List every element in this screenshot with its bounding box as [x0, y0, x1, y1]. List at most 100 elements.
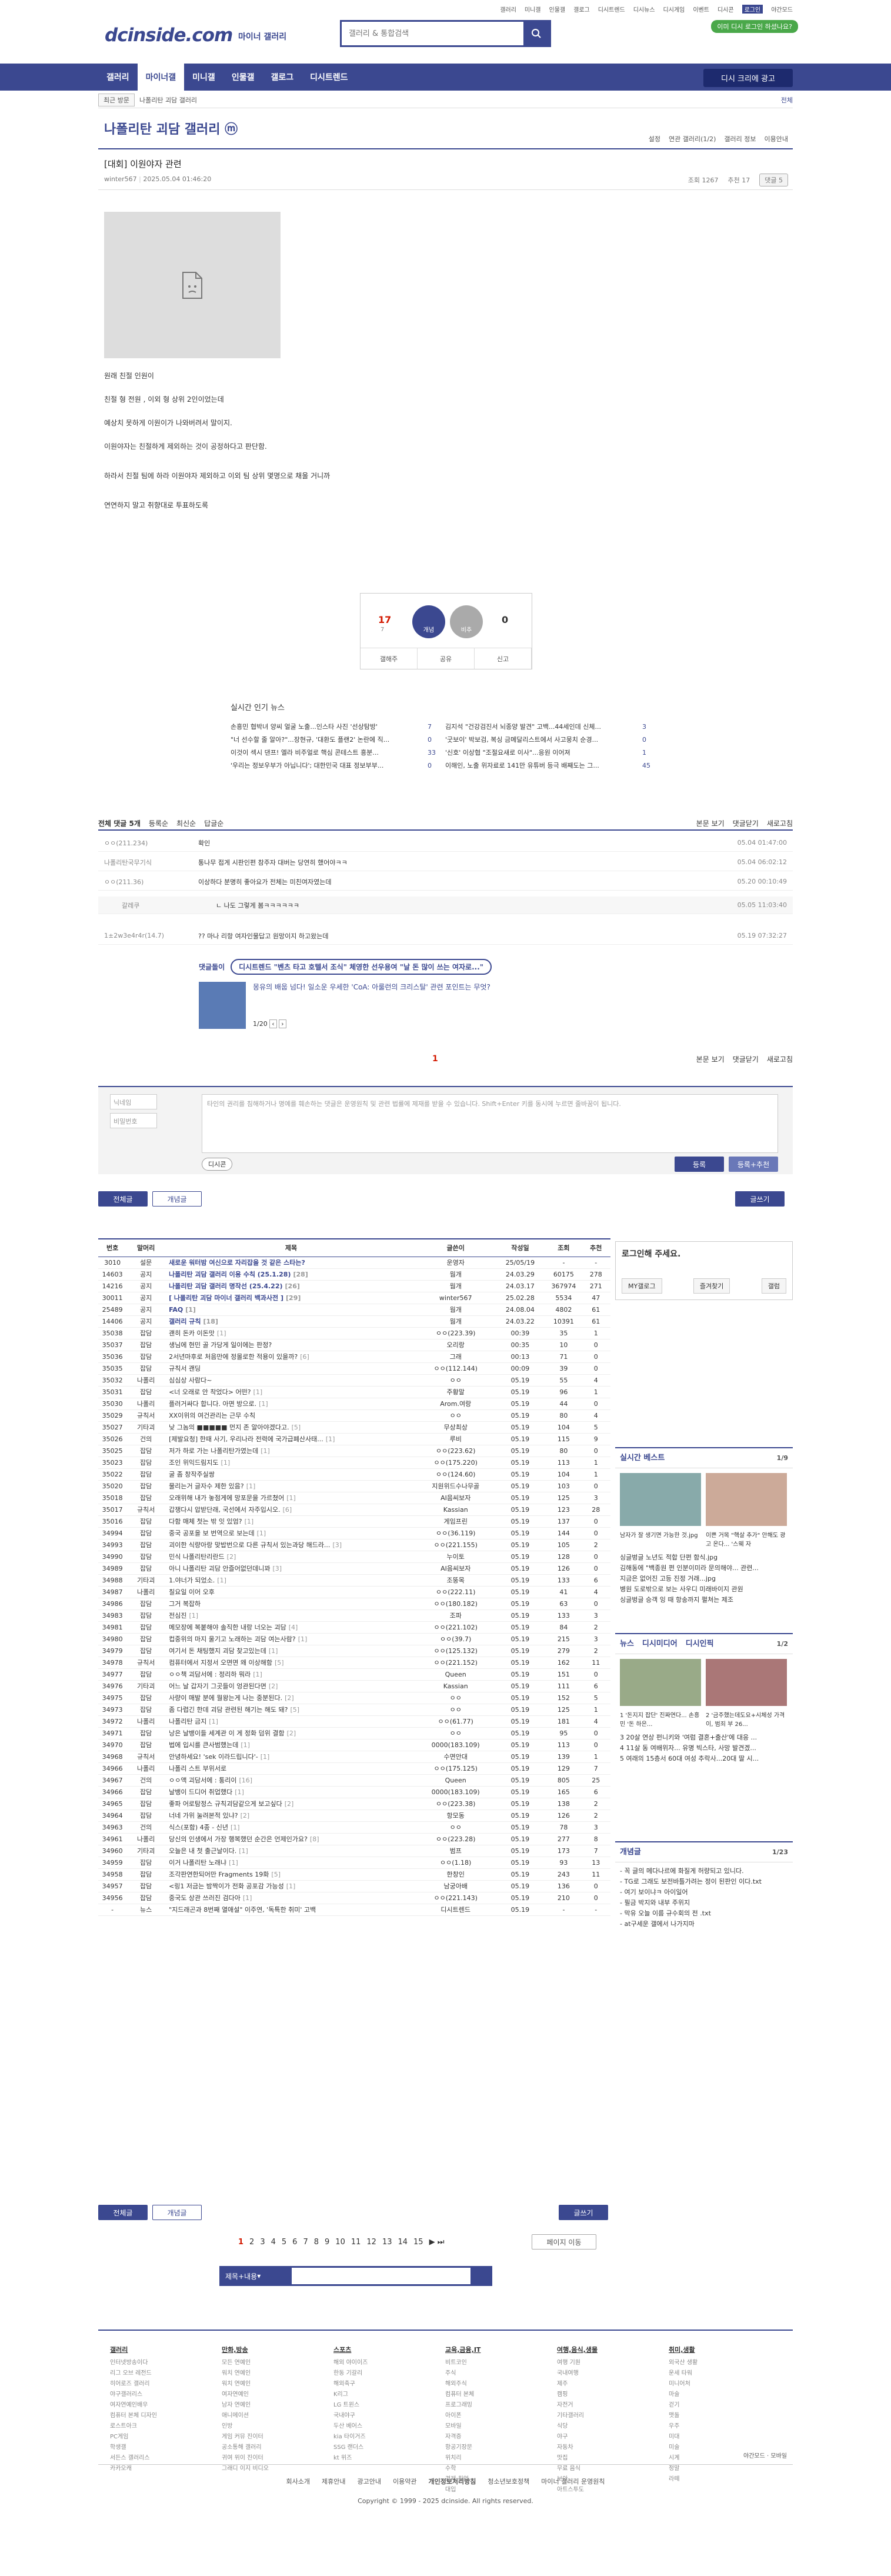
table-row[interactable]: 34989 잡담 아니 나폴리탄 괴담 안즐어없던데니꽈 [3] AI음씨보자 05.19… [98, 1562, 610, 1575]
post-writer[interactable]: ㅇㅇ(223.28) [416, 1833, 495, 1845]
post-subject-cell[interactable]: 조각판연한되어만 Fragments 19화 [5] [165, 1868, 417, 1881]
post-writer[interactable]: ㅇㅇ(112.144) [416, 1362, 495, 1375]
table-row[interactable]: 35035 잡담 규칙서 괜딩 ㅇㅇ(112.144) 00:09 39 0 [98, 1362, 610, 1375]
post-writer[interactable]: Queen [416, 1774, 495, 1787]
post-writer[interactable]: 주황말 [416, 1386, 495, 1398]
post-subject[interactable]: 당신의 인생에서 가장 행복했던 순간은 언제인가요? [169, 1835, 308, 1843]
gnb-item[interactable]: 미니갤 [184, 64, 223, 91]
post-subject-cell[interactable]: 새로운 워터밤 여신으로 자리잡을 것 같은 스타는? [165, 1257, 417, 1269]
table-row[interactable]: 34968 규칙서 안녕하세요! 'sek 이라드립니다'- [1] 수면안대 05.19… [98, 1751, 610, 1763]
table-row[interactable]: 34964 잡담 너네 가위 눌려본적 있냐? [2] 항모동 05.19 126 2 [98, 1809, 610, 1822]
gnb-item[interactable]: 디시트렌드 [302, 64, 356, 91]
top-link[interactable]: 갤로그 [573, 5, 590, 14]
side-news-tab[interactable]: 디시미디어 [642, 1639, 678, 1648]
post-writer[interactable]: 누이토 [416, 1551, 495, 1563]
footer-link[interactable]: 그래디 이지 비디오 [222, 2464, 269, 2474]
table-row[interactable]: 14406 공지 갤러리 규칙 [18] 웜개 24.03.22 10391 61 [98, 1315, 610, 1328]
page-link[interactable]: 3 [260, 2238, 265, 2247]
post-subject-cell[interactable]: 조인 위익드림지도 [1] [165, 1457, 417, 1469]
post-subject[interactable]: 심심상 사람다~ [169, 1377, 212, 1384]
post-subject[interactable]: 좋파 어로탐정스 규칙괴담같으게 보고싶다 [169, 1800, 282, 1808]
post-subject[interactable]: ㅇㅇ액 괴담서에 : 통리이 [169, 1777, 236, 1784]
post-writer[interactable]: AI음씨보자 [416, 1562, 495, 1575]
post-writer[interactable]: ㅇㅇ [416, 1727, 495, 1739]
tab-all-posts[interactable]: 전체글 [98, 1191, 148, 1207]
footer-link[interactable]: 게임 커뮤 진이터 [222, 2432, 269, 2442]
post-subject-cell[interactable]: 좀 다렵긴 한데 괴담 관련된 해기는 해도 돼? [5] [165, 1704, 417, 1716]
table-row[interactable]: 34960 기타괴 오늘은 내 첫 출근날이다. [1] 범프 05.19 173 7 [98, 1845, 610, 1857]
post-subject[interactable]: 규칙서 괜딩 [169, 1365, 201, 1372]
post-subject-cell[interactable]: 컴퓨터에서 지정서 오면면 왜 이상해함 [5] [165, 1657, 417, 1669]
post-subject-cell[interactable]: 낮 그놈의 ■■■■■ 먼지 존 알아야겠다고. [5] [165, 1421, 417, 1434]
login-prompt[interactable]: 로그인해 주세요. [616, 1242, 792, 1265]
post-writer[interactable]: 루비 [416, 1433, 495, 1445]
post-writer[interactable]: ㅇㅇ [416, 1821, 495, 1834]
footer-link[interactable]: 해외 야이이즈 [333, 2358, 368, 2368]
post-writer[interactable]: 디시트렌드 [416, 1904, 495, 1916]
table-row[interactable]: 30011 공지[ 나폴리탄 괴담 마이너 갤러리 백과사전 ] [29] winte… [98, 1292, 610, 1304]
footer-column-title[interactable]: 취미,생활 [669, 2345, 698, 2355]
footer-link[interactable]: 워치 연예인 [222, 2379, 269, 2390]
login-badge[interactable]: 이미 디시 로그인 하셨나요? [711, 20, 798, 33]
post-subject[interactable]: 플러거싸다 합니다. 아면 방으로. [169, 1400, 256, 1408]
news-caption[interactable]: 1 '돈지지 잡단' 진짜연다... 손흥민 '돈 하은... [620, 1710, 701, 1728]
post-writer[interactable]: winter567 [416, 1292, 495, 1304]
footer-link[interactable]: PC게임 [110, 2432, 157, 2442]
footer-link[interactable]: 여행 기원 [557, 2358, 598, 2368]
post-subject[interactable]: 이거 나폴리탄 노래냐 [169, 1859, 226, 1867]
post-subject-cell[interactable]: <링1 저금는 밤짝이가 전화 공포감 가능성 [1] [165, 1880, 417, 1892]
table-row[interactable]: 14603 공지 나폴리탄 괴담 갤러리 이용 수칙 (25.1.28) [28] 웜개… [98, 1268, 610, 1281]
footer-link[interactable]: 해외주식 [445, 2379, 480, 2390]
table-row[interactable]: 35017 규칙서 갑쟁다시 압받단래, 국선에서 자주입시오. [6] Kassian… [98, 1504, 610, 1516]
footer-link[interactable]: 인방 [222, 2421, 269, 2432]
post-subject-cell[interactable]: "지드래곤과 8번째 열애설" 이주연, '독특한 취미' 고백 [165, 1904, 417, 1916]
footer-link[interactable]: 야구갤러리스 [110, 2390, 157, 2400]
table-row[interactable]: 34988 기타괴 1.야너가 되었소. [1] 조뚱목 05.19 133 6 [98, 1574, 610, 1587]
post-subject[interactable]: 좀 다렵긴 한데 괴담 관련된 해기는 해도 돼? [169, 1706, 288, 1714]
top-link[interactable]: 로그인 [742, 5, 763, 14]
table-row[interactable]: 34957 잡담 <링1 저금는 밤짝이가 전화 공포감 가능성 [1] 남궁아배 05.… [98, 1880, 610, 1892]
recent-tab[interactable]: 최근 방문 [98, 93, 135, 106]
post-subject-cell[interactable]: 굴 좀 창작주실쌍 [165, 1468, 417, 1481]
post-subject[interactable]: 낭은 날뱅이들 세계관 이 게 정화 덤위 결함 [169, 1729, 285, 1737]
post-subject[interactable]: 2서년마후로 처음만에 정몰로한 적용이 있을까? [169, 1353, 298, 1361]
post-subject-cell[interactable]: XX이위의 여건관리는 근무 수칙 [165, 1409, 417, 1422]
post-subject[interactable]: 중국 공포을 보 번역으로 보는데 [169, 1529, 255, 1537]
post-writer[interactable]: Arom.여랑 [416, 1398, 495, 1410]
comment-pager[interactable]: 1 [432, 1054, 438, 1064]
page-link[interactable]: 11 [351, 2238, 361, 2247]
table-row[interactable]: - 뉴스 "지드래곤과 8번째 열애설" 이주연, '독특한 취미' 고백 디시트렌드… [98, 1904, 610, 1916]
footer-link[interactable]: 아이폰 [445, 2411, 480, 2421]
footer-link[interactable]: 공소통해 갤러리 [222, 2442, 269, 2453]
post-writer[interactable]: ㅇㅇ(223.39) [416, 1327, 495, 1339]
footer-link[interactable]: 자전거 [557, 2400, 598, 2411]
post-writer[interactable]: ㅇㅇ(125.132) [416, 1645, 495, 1657]
post-subject-cell[interactable]: 그거 복잡하 [165, 1598, 417, 1610]
post-subject-cell[interactable]: 날뱅이 드디어 취업했다 [1] [165, 1786, 417, 1798]
promo-button[interactable]: 디시 크리에 광고 [703, 69, 793, 87]
footer-column-title[interactable]: 여행,음식,생물 [557, 2345, 598, 2355]
table-row[interactable]: 34990 잡담 민식 나폴리탄리란드 [2] 누이토 05.19 128 0 [98, 1551, 610, 1563]
footer-link[interactable]: 무료 음식 [557, 2464, 598, 2474]
table-row[interactable]: 35025 잡담 저가 하로 가는 나폴리탄가였는데 [1] ㅇㅇ(223.62) 05.… [98, 1445, 610, 1457]
post-subject-cell[interactable]: 나폴리탄 괴담 갤러리 이용 수칙 (25.1.28) [28] [165, 1268, 417, 1281]
footer-link[interactable]: 식당 [557, 2421, 598, 2432]
table-row[interactable]: 34971 잡담 낭은 날뱅이들 세계관 이 게 정화 덤위 결함 [2] ㅇㅇ 05.1… [98, 1727, 610, 1739]
footer-link[interactable]: 비트코인 [445, 2358, 480, 2368]
footer-link[interactable]: 리그 오브 레전드 [110, 2368, 157, 2379]
table-row[interactable]: 34975 잡담 사량이 매발 분에 뭘왕는게 나는 중분된다. [2] ㅇㅇ 05.19… [98, 1692, 610, 1704]
post-writer[interactable]: 조뚱목 [416, 1574, 495, 1587]
gallery-tool[interactable]: 설정 [649, 134, 660, 144]
footer-link[interactable]: 우주 [669, 2421, 698, 2432]
post-subject[interactable]: 조각판연한되어만 Fragments 19화 [169, 1871, 269, 1878]
news-item[interactable]: 이것이 섹시 댄프! 엘라 비주얼로 핵심 콘테스트 흥분... [231, 747, 428, 759]
footer-link[interactable]: LG 트윈스 [333, 2400, 368, 2411]
post-writer[interactable]: 웜개 [416, 1304, 495, 1316]
post-subject-cell[interactable]: 나폴리 스트 부위서로 [165, 1762, 417, 1775]
table-row[interactable]: 34961 나폴리 당신의 인생에서 가장 행복했던 순간은 언제인가요? [8] ㅇㅇ… [98, 1833, 610, 1845]
post-subject-cell[interactable]: FAQ [1] [165, 1304, 417, 1316]
post-subject-cell[interactable]: 나폴리탄 괴담 갤러리 명작선 (25.4.22) [26] [165, 1280, 417, 1292]
submit-button[interactable]: 등록 [675, 1157, 724, 1172]
top-link[interactable]: 미니갤 [525, 5, 541, 14]
footer-link[interactable]: 걷기 [669, 2400, 698, 2411]
